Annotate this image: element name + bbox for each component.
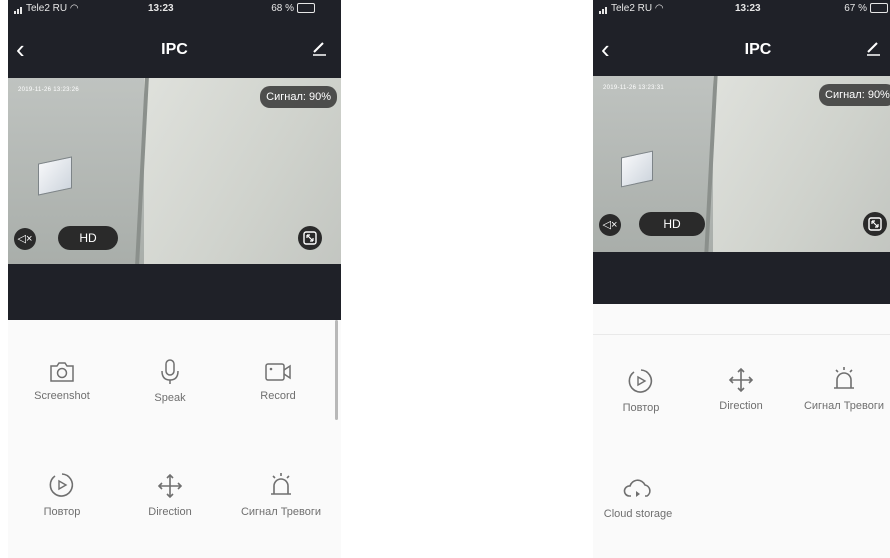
wifi-icon: ◠ xyxy=(654,3,664,15)
battery-label: 68 % xyxy=(271,3,315,14)
screenshot-label: Screenshot xyxy=(34,390,90,402)
fullscreen-button[interactable] xyxy=(863,212,887,236)
carrier-label: Tele2 RU ◠ xyxy=(599,3,664,14)
carrier-name: Tele2 RU xyxy=(26,3,68,15)
direction-label: Direction xyxy=(148,506,192,518)
cloud-storage-button[interactable]: Cloud storage xyxy=(593,476,683,520)
divider xyxy=(593,334,890,335)
video-bottom-bar xyxy=(593,252,890,304)
camera-icon xyxy=(50,362,74,382)
nav-row: ‹ IPC xyxy=(8,36,341,66)
battery-icon xyxy=(297,3,315,14)
signal-badge: Сигнал: 90% xyxy=(819,84,890,106)
hd-quality-button[interactable]: HD xyxy=(58,226,118,250)
carrier-name: Tele2 RU xyxy=(611,3,653,15)
battery-percent: 68 % xyxy=(271,3,294,14)
battery-icon xyxy=(870,3,888,14)
left-phone-screen: Tele2 RU ◠ 13:23 68 % ‹ IPC 2019-11-26 1… xyxy=(8,0,341,558)
playback-label: Повтор xyxy=(622,402,660,414)
playback-icon xyxy=(49,473,74,497)
record-button[interactable]: Record xyxy=(224,360,332,402)
signal-bars-icon xyxy=(599,3,608,14)
alarm-label: Сигнал Тревоги xyxy=(803,400,885,412)
alarm-button[interactable]: Сигнал Тревоги xyxy=(789,364,890,412)
hd-quality-button[interactable]: HD xyxy=(639,212,705,236)
screenshot-button[interactable]: Screenshot xyxy=(8,360,116,402)
page-title: IPC xyxy=(744,41,772,58)
video-preview[interactable]: 2019-11-26 13:23:31 Сигнал: 90% ◁× HD xyxy=(593,76,890,252)
video-preview[interactable]: 2019-11-26 13:23:26 Сигнал: 90% ◁× HD xyxy=(8,78,341,264)
battery-percent: 67 % xyxy=(844,3,867,14)
mute-icon[interactable]: ◁× xyxy=(14,228,36,250)
alarm-icon xyxy=(834,367,854,389)
playback-icon xyxy=(628,369,653,393)
edit-button[interactable] xyxy=(865,40,881,61)
pencil-icon xyxy=(313,42,326,56)
alarm-button[interactable]: Сигнал Тревоги xyxy=(224,470,338,518)
right-phone-screen: Tele2 RU ◠ 13:23 67 % ‹ IPC 2019-11-26 1… xyxy=(593,0,890,558)
nav-row: ‹ IPC xyxy=(593,36,890,66)
direction-label: Direction xyxy=(719,400,763,412)
status-bar: Tele2 RU ◠ 13:23 67 % xyxy=(593,0,890,20)
direction-arrows-icon xyxy=(728,367,754,393)
mute-icon[interactable]: ◁× xyxy=(599,214,621,236)
signal-badge: Сигнал: 90% xyxy=(260,86,337,108)
controls-panel: Screenshot Speak Record Повтор Direction… xyxy=(8,320,341,558)
direction-button[interactable]: Direction xyxy=(116,472,224,518)
playback-button[interactable]: Повтор xyxy=(8,470,116,518)
signal-bars-icon xyxy=(14,3,23,14)
fullscreen-button[interactable] xyxy=(298,226,322,250)
direction-arrows-icon xyxy=(157,473,183,499)
playback-label: Повтор xyxy=(43,506,81,518)
microphone-icon xyxy=(161,359,179,384)
record-label: Record xyxy=(260,390,296,402)
top-bar: Tele2 RU ◠ 13:23 68 % ‹ IPC xyxy=(8,0,341,78)
status-time: 13:23 xyxy=(148,3,174,14)
wifi-icon: ◠ xyxy=(69,3,79,15)
alarm-label: Сигнал Тревоги xyxy=(240,506,322,518)
cloud-icon xyxy=(623,479,651,497)
alarm-icon xyxy=(271,473,291,495)
top-bar: Tele2 RU ◠ 13:23 67 % ‹ IPC xyxy=(593,0,890,76)
speak-label: Speak xyxy=(154,392,186,404)
video-camera-icon xyxy=(265,363,291,381)
battery-label: 67 % xyxy=(844,3,888,14)
scrollbar[interactable] xyxy=(335,320,338,420)
cloud-storage-label: Cloud storage xyxy=(603,508,673,520)
video-timestamp: 2019-11-26 13:23:26 xyxy=(18,87,79,93)
controls-panel: Повтор Direction Сигнал Тревоги Cloud st… xyxy=(593,304,890,558)
fullscreen-icon xyxy=(303,231,317,245)
page-title: IPC xyxy=(161,41,188,58)
status-bar: Tele2 RU ◠ 13:23 68 % xyxy=(8,0,341,20)
pencil-icon xyxy=(867,42,880,56)
carrier-label: Tele2 RU ◠ xyxy=(14,3,79,14)
fullscreen-icon xyxy=(868,217,882,231)
video-bottom-bar xyxy=(8,264,341,320)
speak-button[interactable]: Speak xyxy=(116,358,224,404)
status-time: 13:23 xyxy=(735,3,761,14)
direction-button[interactable]: Direction xyxy=(693,366,789,412)
edit-button[interactable] xyxy=(311,40,327,61)
playback-button[interactable]: Повтор xyxy=(593,366,689,414)
video-timestamp: 2019-11-26 13:23:31 xyxy=(603,85,664,91)
